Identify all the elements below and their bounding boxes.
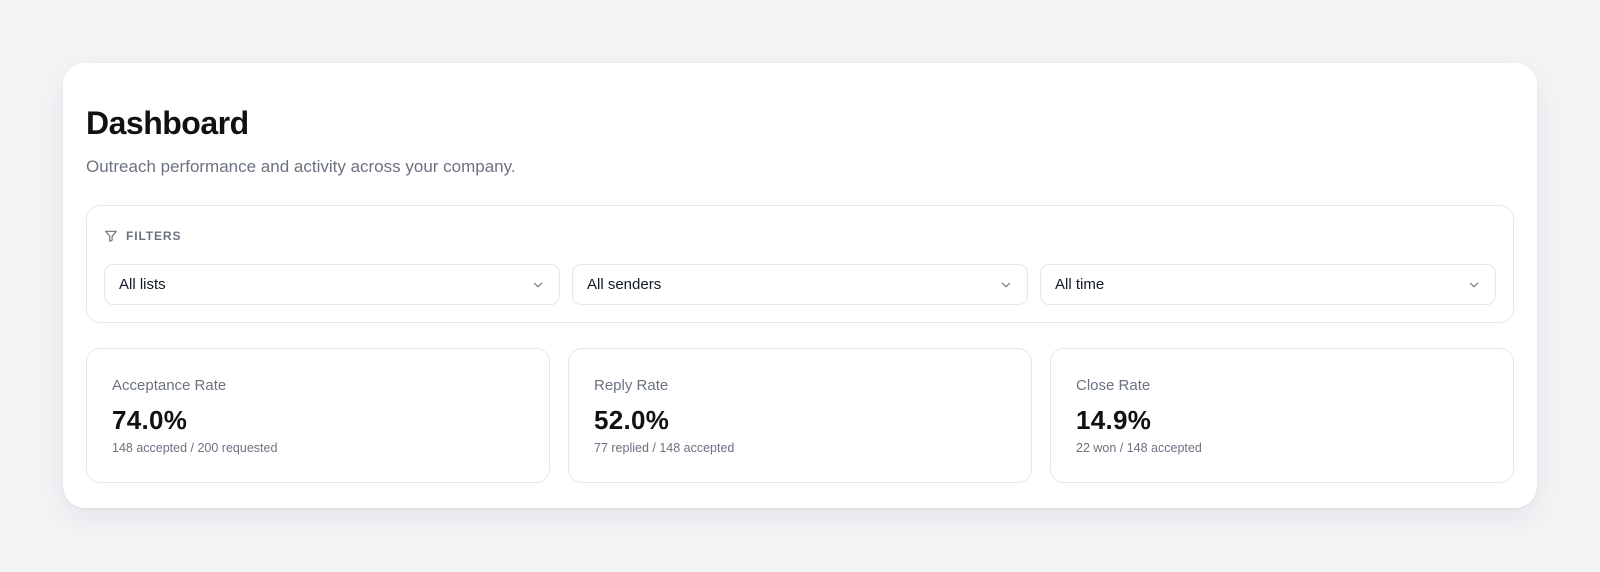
chevron-down-icon (1467, 278, 1481, 292)
metric-card-acceptance-rate: Acceptance Rate 74.0% 148 accepted / 200… (86, 348, 550, 483)
sender-select-value: All senders (587, 276, 662, 293)
filters-panel: FILTERS All lists All senders All time (86, 205, 1514, 323)
page-subtitle: Outreach performance and activity across… (86, 157, 516, 176)
time-select-value: All time (1055, 276, 1105, 293)
metric-detail: 77 replied / 148 accepted (594, 441, 735, 455)
metric-card-reply-rate: Reply Rate 52.0% 77 replied / 148 accept… (568, 348, 1032, 483)
metric-value: 74.0% (112, 405, 188, 435)
metric-label: Reply Rate (594, 377, 669, 394)
dashboard-card: Dashboard Outreach performance and activ… (63, 63, 1537, 508)
metric-value: 52.0% (594, 405, 670, 435)
metric-detail: 22 won / 148 accepted (1076, 441, 1202, 455)
filters-label: FILTERS (126, 229, 182, 243)
list-select-value: All lists (119, 276, 166, 293)
sender-select[interactable]: All senders (572, 264, 1028, 305)
filters-header: FILTERS (104, 229, 181, 243)
metric-label: Close Rate (1076, 377, 1151, 394)
filter-icon (104, 229, 118, 243)
chevron-down-icon (531, 278, 545, 292)
list-select[interactable]: All lists (104, 264, 560, 305)
metric-detail: 148 accepted / 200 requested (112, 441, 278, 455)
chevron-down-icon (999, 278, 1013, 292)
metric-value: 14.9% (1076, 405, 1152, 435)
metric-label: Acceptance Rate (112, 377, 227, 394)
page-title: Dashboard (86, 105, 249, 141)
time-select[interactable]: All time (1040, 264, 1496, 305)
metric-card-close-rate: Close Rate 14.9% 22 won / 148 accepted (1050, 348, 1514, 483)
